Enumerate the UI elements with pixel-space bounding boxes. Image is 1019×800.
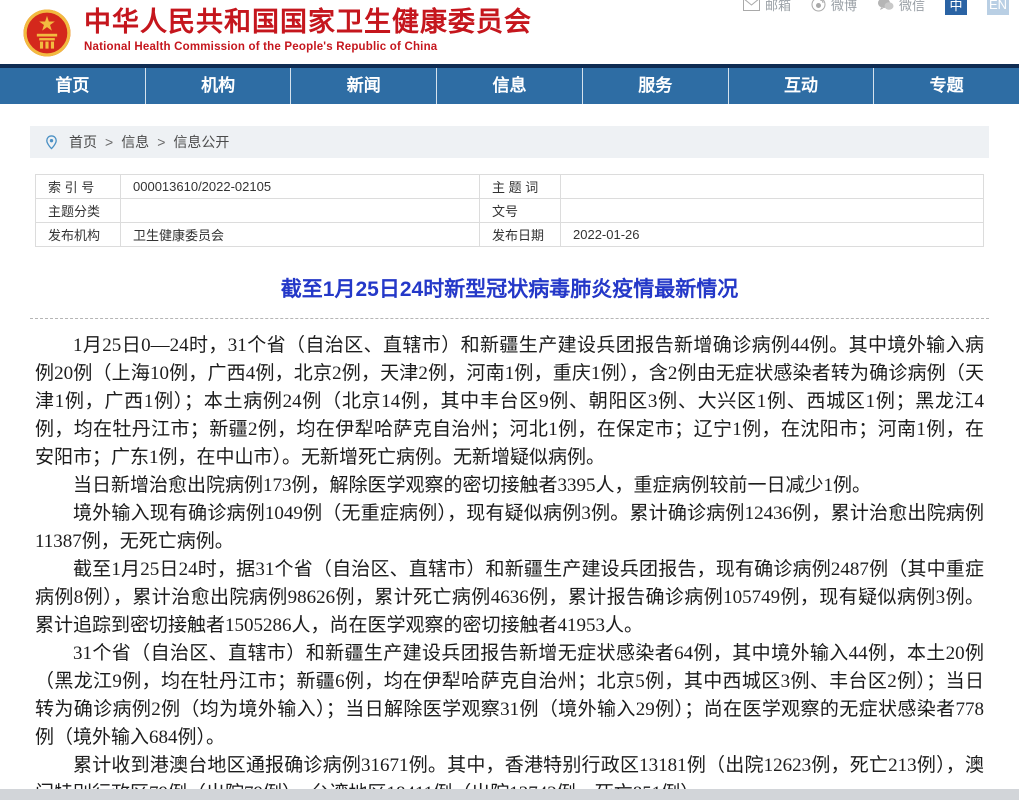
meta-label-pub-date: 发布日期 (480, 223, 561, 247)
breadcrumb-info-disclosure[interactable]: 信息公开 (173, 132, 229, 152)
wechat-link[interactable]: 微信 (877, 0, 925, 14)
meta-value-publisher: 卫生健康委员会 (121, 223, 480, 247)
mail-link[interactable]: 邮箱 (743, 0, 791, 14)
meta-value-subject (561, 175, 984, 199)
article-paragraph: 31个省（自治区、直辖市）和新疆生产建设兵团报告新增无症状感染者64例，其中境外… (35, 640, 984, 752)
meta-label-subject: 主 题 词 (480, 175, 561, 199)
meta-label-doc-no: 文号 (480, 199, 561, 223)
nav-item-interact[interactable]: 互动 (729, 68, 875, 104)
breadcrumb-separator: > (105, 134, 113, 150)
mail-label: 邮箱 (765, 0, 791, 14)
table-row: 发布机构 卫生健康委员会 发布日期 2022-01-26 (36, 223, 984, 247)
article-paragraph: 1月25日0—24时，31个省（自治区、直辖市）和新疆生产建设兵团报告新增确诊病… (35, 332, 984, 472)
table-row: 主题分类 文号 (36, 199, 984, 223)
wechat-label: 微信 (899, 0, 925, 14)
site-brand: 中华人民共和国国家卫生健康委员会 National Health Commiss… (22, 6, 532, 58)
table-row: 索 引 号 000013610/2022-02105 主 题 词 (36, 175, 984, 199)
national-emblem-icon (22, 8, 72, 58)
meta-label-index-no: 索 引 号 (36, 175, 121, 199)
site-header: 中华人民共和国国家卫生健康委员会 National Health Commiss… (0, 0, 1019, 64)
meta-label-category: 主题分类 (36, 199, 121, 223)
nav-item-service[interactable]: 服务 (583, 68, 729, 104)
main-nav: 首页 机构 新闻 信息 服务 互动 专题 (0, 64, 1019, 104)
location-pin-icon (44, 135, 59, 150)
lang-english-button[interactable]: EN (987, 0, 1009, 15)
wechat-icon (877, 0, 894, 11)
lang-chinese-button[interactable]: 中 (945, 0, 967, 15)
header-quick-links: 邮箱 微博 微信 中 EN (743, 0, 1009, 15)
meta-value-category (121, 199, 480, 223)
weibo-link[interactable]: 微博 (811, 0, 857, 14)
article-paragraph: 境外输入现有确诊病例1049例（无重症病例），现有疑似病例3例。累计确诊病例12… (35, 500, 984, 556)
article-body: 1月25日0—24时，31个省（自治区、直辖市）和新疆生产建设兵团报告新增确诊病… (35, 332, 984, 800)
breadcrumb-home[interactable]: 首页 (69, 132, 97, 152)
nav-item-news[interactable]: 新闻 (291, 68, 437, 104)
breadcrumb-info[interactable]: 信息 (121, 132, 149, 152)
site-title: 中华人民共和国国家卫生健康委员会 (84, 6, 532, 38)
nav-item-special[interactable]: 专题 (874, 68, 1019, 104)
weibo-icon (811, 0, 826, 12)
article-paragraph: 截至1月25日24时，据31个省（自治区、直辖市）和新疆生产建设兵团报告，现有确… (35, 556, 984, 640)
meta-value-doc-no (561, 199, 984, 223)
nav-item-home[interactable]: 首页 (0, 68, 146, 104)
weibo-label: 微博 (831, 0, 857, 14)
document-meta-table: 索 引 号 000013610/2022-02105 主 题 词 主题分类 文号… (35, 174, 984, 247)
site-subtitle: National Health Commission of the People… (84, 41, 532, 53)
page-title: 截至1月25日24时新型冠状病毒肺炎疫情最新情况 (0, 273, 1019, 303)
meta-label-publisher: 发布机构 (36, 223, 121, 247)
brand-text: 中华人民共和国国家卫生健康委员会 National Health Commiss… (84, 6, 532, 53)
breadcrumb: 首页 > 信息 > 信息公开 (30, 126, 989, 158)
mail-icon (743, 0, 760, 11)
title-divider (30, 318, 989, 319)
meta-value-index-no: 000013610/2022-02105 (121, 175, 480, 199)
footer-strip (0, 789, 1019, 800)
meta-value-pub-date: 2022-01-26 (561, 223, 984, 247)
breadcrumb-separator: > (157, 134, 165, 150)
nav-item-info[interactable]: 信息 (437, 68, 583, 104)
page: 中华人民共和国国家卫生健康委员会 National Health Commiss… (0, 0, 1019, 800)
nav-item-agency[interactable]: 机构 (146, 68, 292, 104)
article-paragraph: 当日新增治愈出院病例173例，解除医学观察的密切接触者3395人，重症病例较前一… (35, 472, 984, 500)
